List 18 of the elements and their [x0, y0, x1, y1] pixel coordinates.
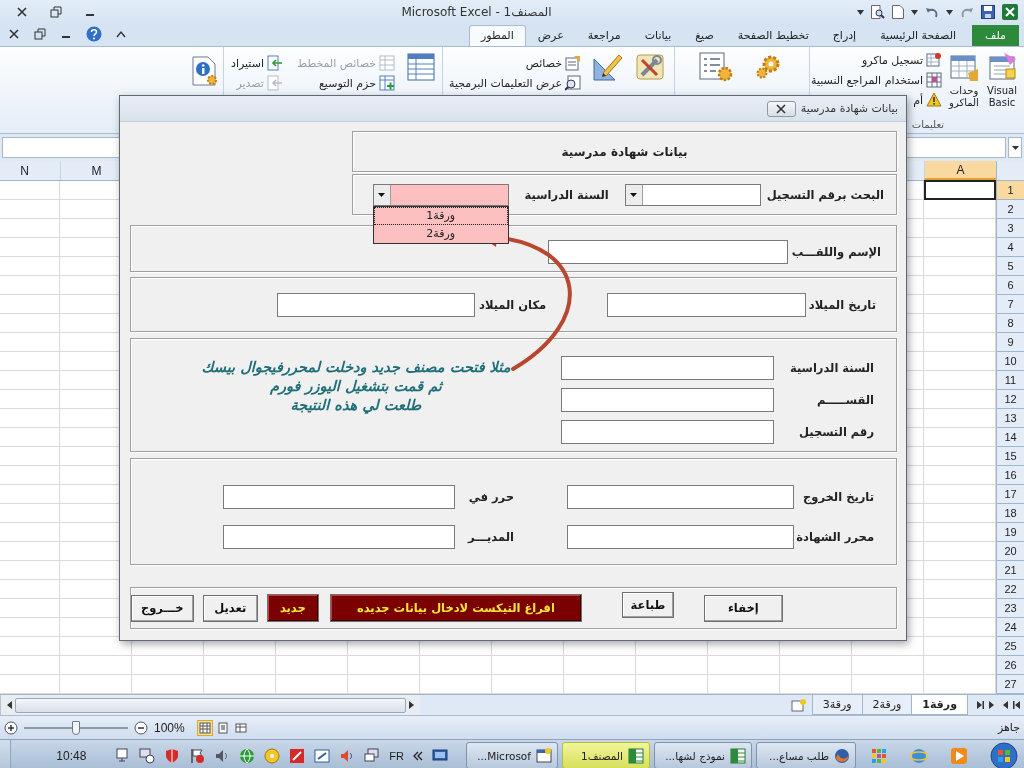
dialog-title: بيانات شهادة مدرسية: [800, 102, 898, 115]
field-label: القســـــم: [816, 393, 874, 407]
annotation-text: مثلا فتحت مصنف جديد ودخلت لمحررفيجوال بيسك ثم قمت بتشغيل اليوزر فورم طلعت لي هذه النتيجة: [200, 358, 512, 416]
field-label: تاريخ الخروج: [802, 490, 874, 504]
group-label: تعليمات: [910, 119, 945, 132]
status-text: جاهز: [997, 721, 1020, 734]
field-label: البحث برقم التسجيل: [766, 187, 884, 202]
field-label: تاريخ الميلاد: [808, 297, 876, 312]
field-label: مكان الميلاد: [479, 297, 547, 312]
field-label: المديـــر: [466, 530, 515, 544]
field-label: رقم التسجيل: [797, 425, 874, 439]
field-label: حرر في: [467, 490, 515, 504]
field-label: السنة الدراسية: [524, 187, 609, 202]
form-heading: بيانات شهادة مدرسية: [561, 144, 688, 159]
field-label: الإسم واللقـــب: [791, 244, 881, 259]
field-label: محرر الشهادة: [799, 530, 874, 544]
field-label: السنة الدراسية: [788, 361, 874, 375]
window-title: المصنف1 - Microsoft Excel: [400, 5, 553, 19]
